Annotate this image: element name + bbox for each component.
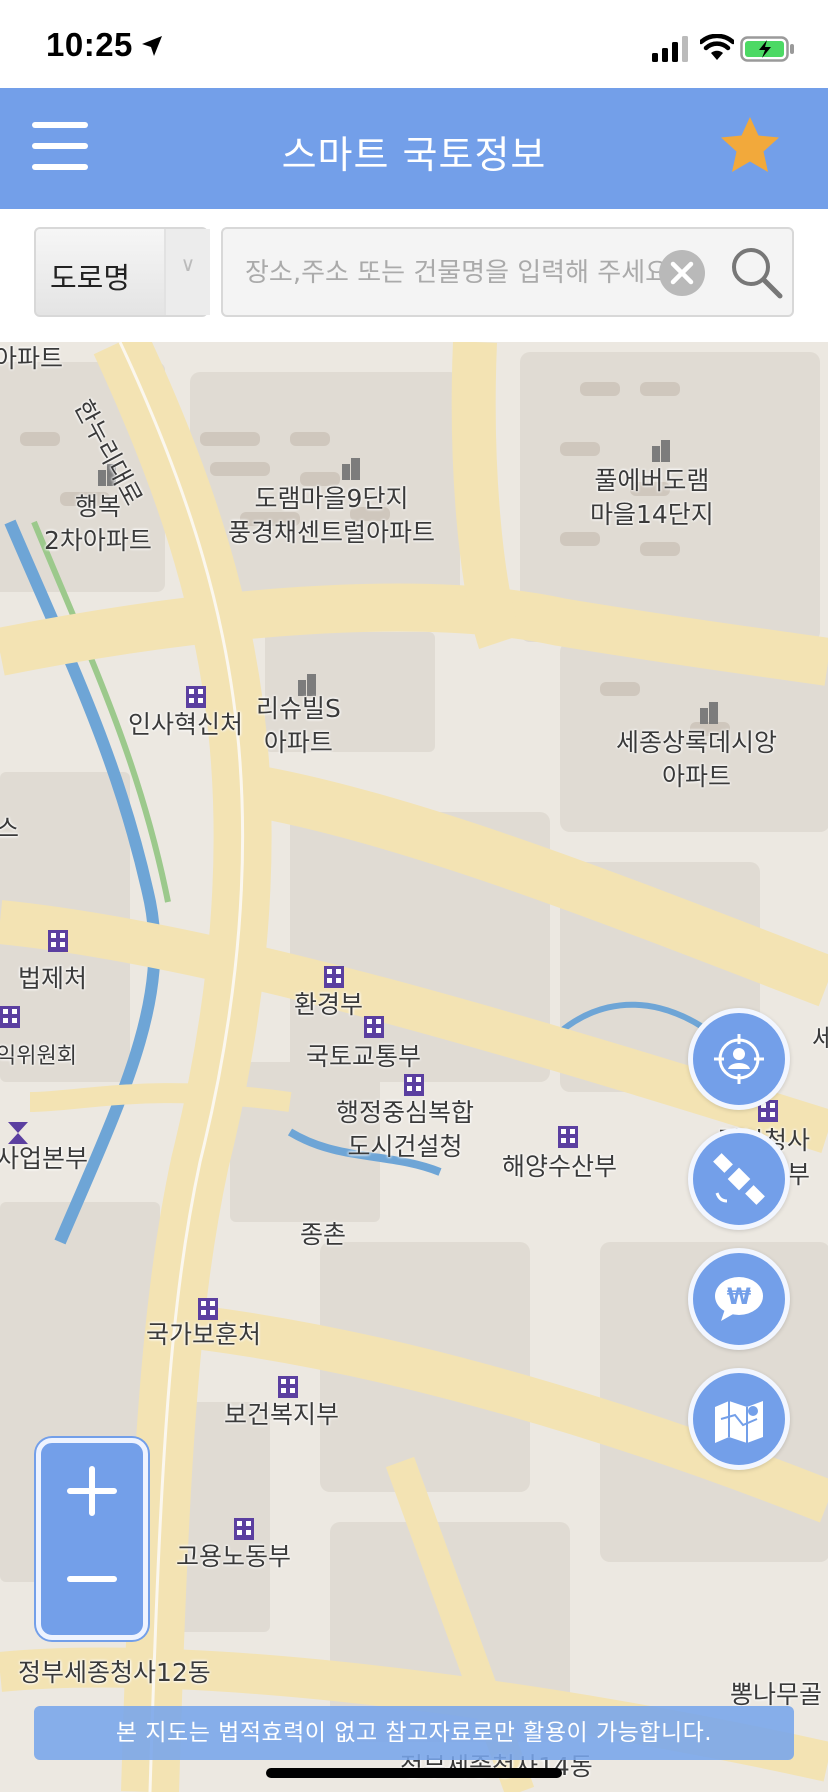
map-label: 사업본부 <box>0 1144 89 1173</box>
satellite-view-button[interactable] <box>688 1128 790 1230</box>
public-agency-icon <box>8 1122 28 1144</box>
government-office-icon <box>558 1126 578 1148</box>
search-input[interactable] <box>243 247 667 299</box>
map-view[interactable]: 아파트 한누리대로 행복 2차아파트 도램마을9단지 풍경채센트럴아파트 풀에버… <box>0 342 828 1792</box>
location-arrow-icon <box>142 36 162 56</box>
government-office-icon <box>234 1518 254 1540</box>
map-type-button[interactable] <box>688 1368 790 1470</box>
map-label: 국가보훈처 <box>146 1320 262 1349</box>
government-office-icon <box>48 930 68 952</box>
apartment-icon <box>700 702 718 724</box>
svg-text:₩: ₩ <box>727 1285 751 1310</box>
map-label: 익위원회 <box>0 1044 77 1069</box>
government-office-icon <box>186 686 206 708</box>
battery-icon <box>740 36 794 62</box>
status-time: 10:25 <box>46 26 133 63</box>
map-label: 정부세종청사12동 <box>18 1658 211 1687</box>
zoom-in-button[interactable] <box>41 1443 143 1539</box>
clear-button[interactable] <box>659 250 705 296</box>
government-office-icon <box>364 1016 384 1038</box>
map-label: 풀에버도램 마을14단지 <box>590 466 714 529</box>
map-label: 행복 2차아파트 <box>44 492 152 555</box>
folded-map-icon <box>715 1401 763 1443</box>
my-location-icon <box>714 1034 764 1084</box>
signal-icon <box>652 36 688 62</box>
apartment-icon <box>342 458 360 480</box>
map-label: 인사혁신처 <box>128 710 244 739</box>
land-price-button[interactable]: ₩ <box>688 1248 790 1350</box>
address-type-label: 도로명 <box>50 261 131 295</box>
government-office-icon <box>404 1074 424 1096</box>
map-label: 종촌 <box>300 1220 347 1249</box>
app-header: 스마트 국토정보 <box>0 88 828 209</box>
map-label: 행정중심복합 도시건설청 <box>336 1098 475 1161</box>
map-label: 세종상록데시앙 아파트 <box>616 728 778 791</box>
zoom-out-button[interactable] <box>41 1539 143 1635</box>
locate-me-button[interactable] <box>688 1008 790 1110</box>
map-label: 법제처 <box>18 964 88 993</box>
map-label: 세 <box>812 1024 828 1053</box>
map-label: 보건복지부 <box>224 1400 340 1429</box>
address-type-select[interactable]: 도로명 ∨ <box>34 227 210 317</box>
map-label: 국토교통부 <box>306 1042 422 1071</box>
map-label: 스 <box>0 814 20 843</box>
map-label: 환경부 <box>294 990 364 1019</box>
minus-icon <box>67 1576 117 1582</box>
magnifier-icon[interactable] <box>727 243 785 303</box>
map-label: 고용노동부 <box>176 1542 292 1571</box>
map-label: 리슈빌S 아파트 <box>256 694 341 757</box>
map-label: 해양수산부 <box>502 1152 618 1181</box>
status-bar: 10:25 <box>0 0 828 88</box>
plus-icon <box>67 1466 117 1516</box>
government-office-icon <box>198 1298 218 1320</box>
star-icon[interactable] <box>718 114 782 178</box>
zoom-control <box>36 1438 148 1640</box>
search-box <box>221 227 794 317</box>
government-office-icon <box>324 966 344 988</box>
home-indicator <box>266 1768 562 1778</box>
map-label: 도램마을9단지 풍경채센트럴아파트 <box>228 484 436 547</box>
disclaimer-banner: 본 지도는 법적효력이 없고 참고자료로만 활용이 가능합니다. <box>34 1706 794 1760</box>
satellite-icon <box>713 1153 765 1205</box>
wifi-icon <box>700 34 734 60</box>
map-label: 아파트 <box>0 344 64 373</box>
won-speech-bubble-icon: ₩ <box>715 1277 763 1321</box>
chevron-down-icon: ∨ <box>164 229 210 315</box>
page-title: 스마트 국토정보 <box>281 133 547 177</box>
clear-icon <box>670 261 694 285</box>
government-office-icon <box>278 1376 298 1398</box>
government-office-icon <box>0 1006 20 1028</box>
apartment-icon <box>652 440 670 462</box>
search-bar: 도로명 ∨ <box>0 209 828 342</box>
